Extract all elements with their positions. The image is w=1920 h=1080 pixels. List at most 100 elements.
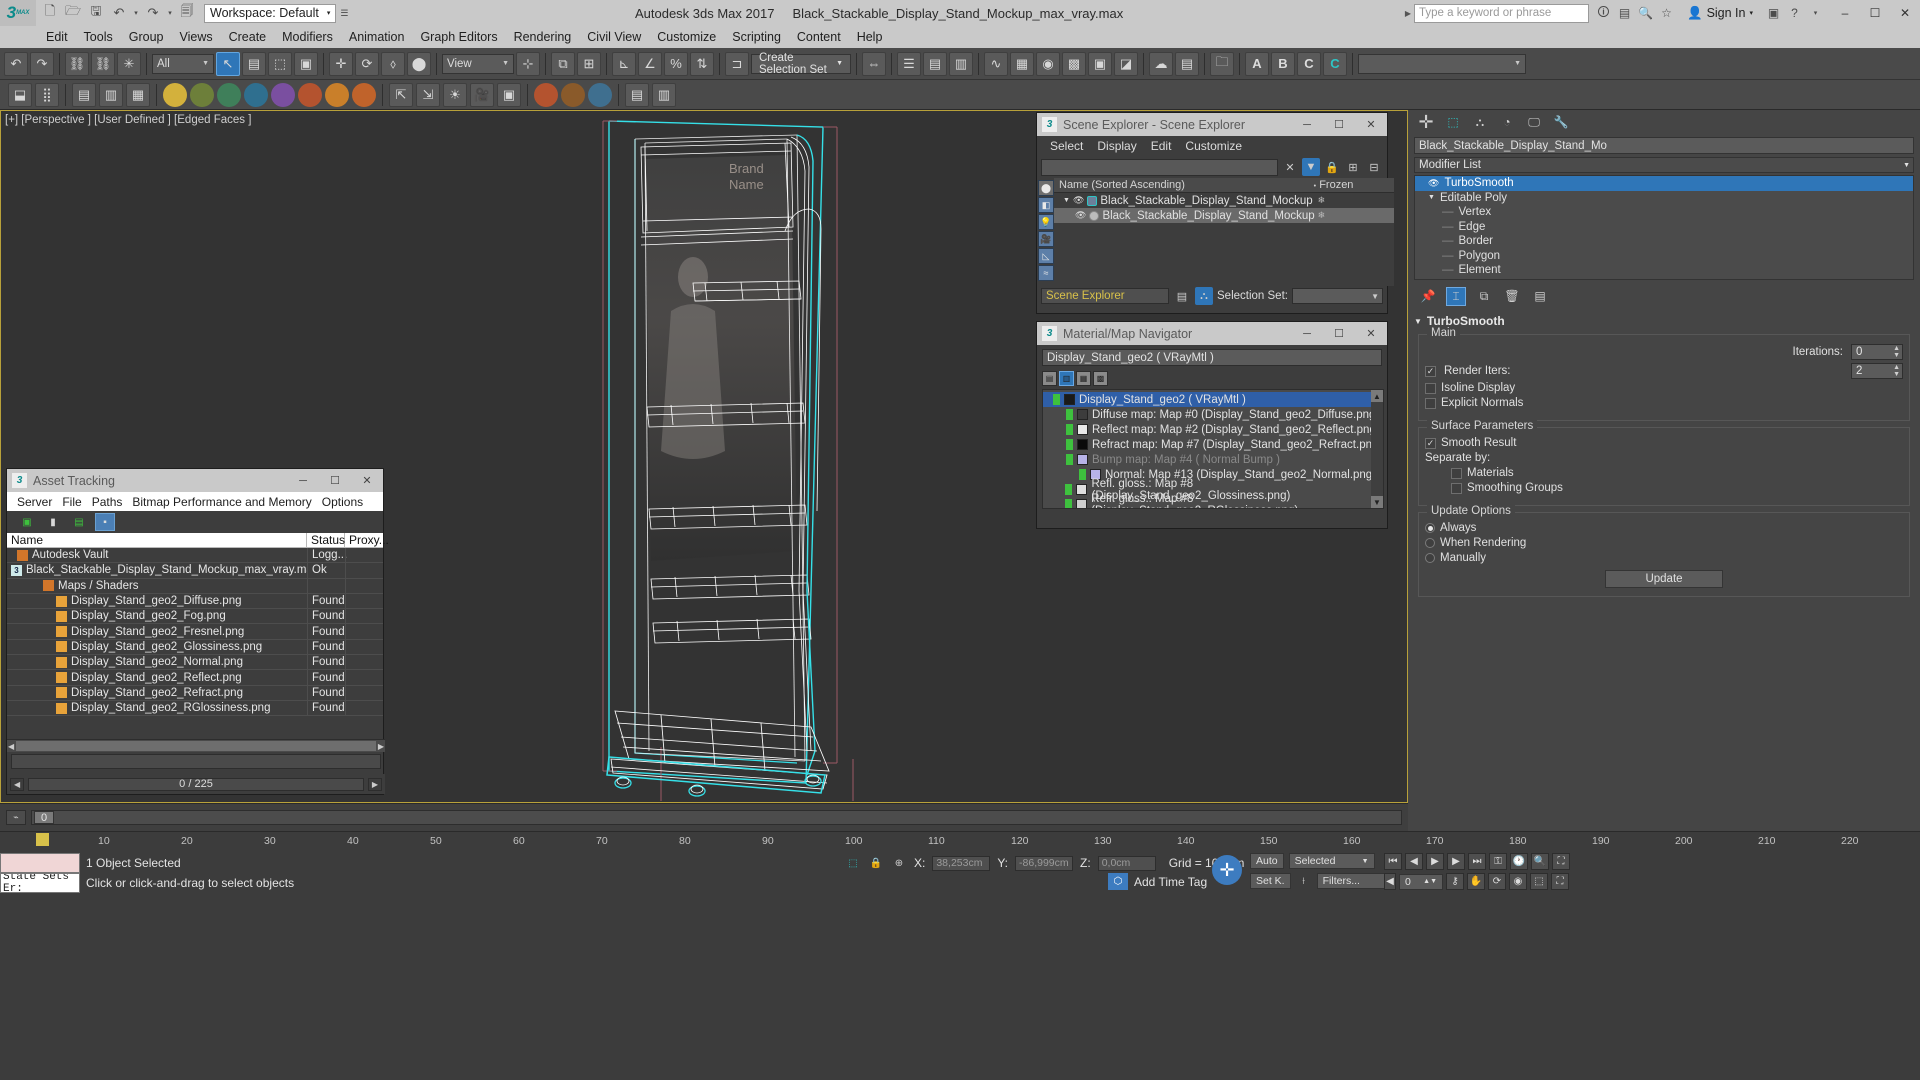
color-swatch-amber-icon[interactable] (352, 82, 376, 107)
place-highlight-button[interactable]: ☀ (443, 82, 467, 107)
maxscript-mini-listener[interactable]: State Sets Er: (0, 873, 80, 893)
maximize-viewport-icon[interactable]: ⛶ (1552, 853, 1570, 870)
selection-filter-combo[interactable]: All ▼ (152, 53, 214, 74)
material-map-row[interactable]: Refract map: Map #7 (Display_Stand_geo2_… (1043, 437, 1383, 452)
render-in-cloud-button[interactable]: ☁ (1149, 51, 1173, 76)
column-status-header[interactable]: Status (307, 532, 345, 548)
maximize-viewport-toggle-icon[interactable]: ⛶ (1551, 873, 1569, 890)
asset-tracking-row[interactable]: Display_Stand_geo2_Fog.png Found (7, 609, 383, 625)
search-input[interactable]: Type a keyword or phrase (1413, 3, 1589, 23)
save-file-icon[interactable]: 🖫 (86, 3, 106, 23)
color-swatch-purple-icon[interactable] (271, 82, 295, 107)
spinner-arrows-icon[interactable]: ▲▼ (1893, 345, 1902, 359)
column-name-header[interactable]: Name (Sorted Ascending) (1054, 179, 1314, 191)
filters-button[interactable]: Filters... (1316, 873, 1387, 889)
column-proxy-header[interactable]: Proxy... (345, 533, 389, 548)
scroll-up-icon[interactable]: ▲ (1371, 390, 1383, 402)
material-map-row[interactable]: Refr. gloss.: Map #8 (Display_Stand_geo2… (1043, 493, 1383, 508)
update-option-radio[interactable] (1425, 553, 1435, 563)
smooth-result-checkbox[interactable]: ✓ (1425, 437, 1436, 449)
expand-arrow-icon[interactable]: ▼ (1428, 194, 1435, 201)
asset-tracking-menu-paths[interactable]: Paths (87, 494, 128, 510)
menu-item-group[interactable]: Group (121, 28, 172, 46)
menu-item-content[interactable]: Content (789, 28, 849, 46)
color-swatch-olive-icon[interactable] (190, 82, 214, 107)
modifier-stack-item[interactable]: — Element (1415, 263, 1913, 278)
qat-overflow-icon[interactable]: ☰ (339, 3, 349, 23)
menu-item-graph-editors[interactable]: Graph Editors (412, 28, 505, 46)
material-editor-button[interactable]: ◉ (1036, 51, 1060, 76)
scene-explorer-window[interactable]: 3 Scene Explorer - Scene Explorer ─ ☐ ✕ … (1036, 112, 1394, 314)
menu-item-scripting[interactable]: Scripting (724, 28, 789, 46)
menu-item-help[interactable]: Help (849, 28, 891, 46)
array-button[interactable]: ⣿ (35, 82, 59, 107)
selection-lock-display-icon[interactable]: ⬚ (845, 855, 861, 871)
material-map-row[interactable]: Bump map: Map #4 ( Normal Bump ) (1043, 452, 1383, 467)
remove-modifier-icon[interactable]: 🗑 (1502, 287, 1522, 306)
scene-explorer-close-button[interactable]: ✕ (1355, 113, 1387, 136)
modifier-stack-item[interactable]: 👁 TurboSmooth (1415, 176, 1913, 191)
get-latest-icon[interactable]: ▤ (69, 513, 89, 531)
text-a-button[interactable]: A (1245, 51, 1269, 76)
scroll-right-icon[interactable]: ▶ (378, 742, 384, 751)
scene-explorer-row[interactable]: 👁 Black_Stackable_Display_Stand_Mockup ❄ (1054, 208, 1394, 223)
use-pivot-center-button[interactable]: ⊹ (516, 51, 540, 76)
select-and-move-button[interactable]: ✛ (329, 51, 353, 76)
edit-named-selection-sets-button[interactable]: ⊐ (725, 51, 749, 76)
previous-frame-icon[interactable]: ◀ (1405, 853, 1423, 870)
rollout-header[interactable]: ▼ TurboSmooth (1414, 314, 1914, 328)
infocenter-icon[interactable]: 🛈 (1595, 5, 1612, 22)
help-dropdown-icon[interactable]: ▾ (1807, 5, 1824, 22)
materials-checkbox[interactable] (1451, 467, 1462, 479)
asset-tracking-close-button[interactable]: ✕ (351, 469, 383, 492)
material-map-row[interactable]: Reflect map: Map #2 (Display_Stand_geo2_… (1043, 422, 1383, 437)
filter-geometry-icon[interactable]: ◧ (1038, 197, 1054, 213)
color-swatch-teal-icon[interactable] (244, 82, 268, 107)
menu-item-tools[interactable]: Tools (76, 28, 121, 46)
material-map-row[interactable]: Display_Stand_geo2 ( VRayMtl ) (1043, 392, 1383, 407)
asset-tracking-menu-bitmap-performance-and-memory[interactable]: Bitmap Performance and Memory (127, 494, 316, 510)
snaps-toggle-button[interactable]: ⊾ (612, 51, 636, 76)
isoline-row[interactable]: Isoline Display (1425, 382, 1903, 394)
tab-display[interactable]: 🖵 (1522, 112, 1546, 132)
select-similar-button[interactable]: ▦ (126, 82, 150, 107)
tab-hierarchy[interactable]: ⛬ (1468, 112, 1492, 132)
snapshot-button[interactable]: ⬓ (8, 82, 32, 107)
maxscript-listener-pink[interactable] (0, 853, 80, 873)
manage-layers-button[interactable]: ▤ (625, 82, 649, 107)
view-small-icons-icon[interactable]: ▦ (1076, 370, 1091, 386)
current-frame-field[interactable]: 0 ▲▼ (1399, 873, 1443, 890)
modifier-stack-item[interactable]: — Border (1415, 234, 1913, 249)
field-of-view-icon[interactable]: ◉ (1509, 873, 1527, 890)
explicit-normals-checkbox[interactable] (1425, 397, 1436, 409)
mirror-button[interactable]: ⧉ (551, 51, 575, 76)
scene-explorer-name-field[interactable]: Scene Explorer (1041, 288, 1169, 304)
spinner-snap-button[interactable]: ⇅ (690, 51, 714, 76)
time-tag-icon[interactable]: ⬡ (1108, 873, 1128, 890)
asset-tracking-row[interactable]: Display_Stand_geo2_Glossiness.png Found (7, 639, 383, 656)
hscroll-thumb[interactable] (16, 741, 376, 751)
render-production-button[interactable]: ◪ (1114, 51, 1138, 76)
render-iters-spinner[interactable]: 2 ▲ ▼ (1851, 363, 1903, 379)
favorites-star-icon[interactable]: ☆ (1658, 5, 1675, 22)
menu-item-create[interactable]: Create (221, 28, 275, 46)
filter-all-icon[interactable]: ⬤ (1038, 180, 1054, 196)
clear-search-icon[interactable]: ✕ (1281, 158, 1299, 176)
workspace-selector[interactable]: Workspace: Default ▾ (204, 3, 337, 23)
material-navigator-tree[interactable]: Display_Stand_geo2 ( VRayMtl ) Diffuse ma… (1042, 389, 1384, 509)
filter-helpers-icon[interactable]: ◺ (1038, 248, 1054, 264)
play-animation-icon[interactable]: ▶ (1426, 853, 1444, 870)
create-selection-set-combo[interactable]: Create Selection Set ▼ (751, 52, 851, 76)
maximize-button[interactable]: ☐ (1860, 0, 1890, 26)
next-frame-icon[interactable]: ▶ (1447, 853, 1465, 870)
select-by-name-button[interactable]: ▤ (242, 51, 266, 76)
object-name-field[interactable]: Black_Stackable_Display_Stand_Mo (1414, 137, 1914, 154)
time-tag-area[interactable]: ⬡ Add Time Tag (1108, 873, 1207, 890)
selected-filter-combo[interactable]: Selected ▼ (1288, 853, 1375, 869)
selection-set-combo[interactable]: ▼ (1291, 288, 1383, 304)
spinner-left-icon[interactable]: ◀ (1384, 873, 1396, 890)
color-swatch-red-icon[interactable] (534, 82, 558, 107)
percent-snap-button[interactable]: % (664, 51, 688, 76)
column-frozen-header[interactable]: • Frozen (1314, 179, 1394, 191)
undo-button[interactable]: ↶ (4, 51, 28, 76)
